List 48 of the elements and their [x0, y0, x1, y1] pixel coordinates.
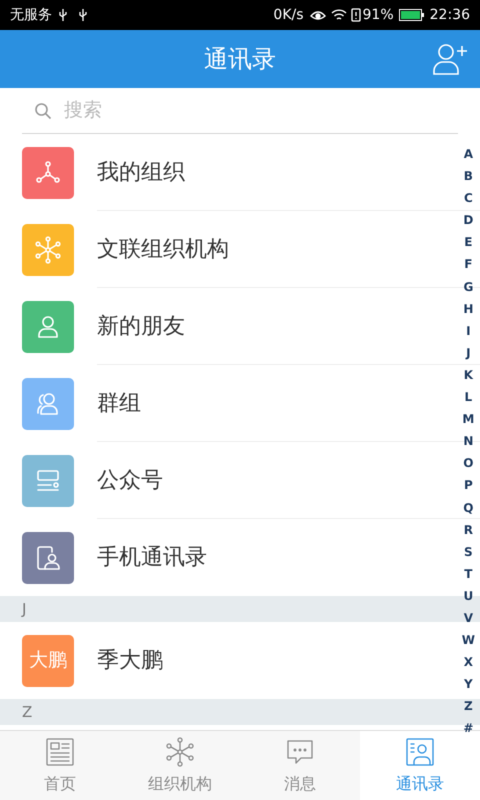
network-speed: 0K/s [273, 6, 304, 24]
search-icon [34, 102, 52, 120]
index-letter[interactable]: O [463, 452, 474, 474]
news-icon [44, 736, 76, 768]
row-label: 季大鹏 [97, 647, 163, 675]
add-contact-button[interactable] [432, 42, 468, 76]
row-label: 群组 [97, 390, 141, 418]
index-letter[interactable]: A [464, 143, 474, 166]
index-letter[interactable]: C [464, 187, 473, 210]
sim-alert-icon [350, 8, 361, 22]
network-icon [164, 736, 196, 768]
contact-card-icon [404, 736, 436, 768]
index-letter[interactable]: Y [464, 673, 473, 696]
carrier-text: 无服务 [10, 6, 52, 24]
search-field[interactable]: 搜索 [64, 96, 446, 125]
usb-icon [58, 8, 68, 22]
index-letter[interactable]: K [464, 364, 474, 386]
wifi-icon [330, 8, 347, 22]
index-letter[interactable]: P [464, 474, 473, 496]
row-label: 文联组织机构 [97, 236, 229, 264]
index-letter[interactable]: D [463, 209, 474, 232]
network-icon [33, 234, 63, 264]
row-label: 我的组织 [97, 158, 185, 186]
row-label: 手机通讯录 [97, 544, 207, 572]
index-letter[interactable]: S [464, 540, 473, 563]
usb-icon [78, 8, 88, 22]
index-letter[interactable]: F [464, 253, 472, 276]
index-letter[interactable]: I [466, 320, 471, 342]
index-letter[interactable]: J [466, 342, 471, 364]
index-letter[interactable]: E [464, 231, 472, 254]
index-letter[interactable]: L [464, 386, 472, 408]
index-letter[interactable]: R [464, 518, 473, 541]
add-person-icon [432, 42, 468, 76]
index-letter[interactable]: W [462, 629, 475, 652]
header-title: 通讯录 [204, 44, 276, 75]
row-label: 公众号 [97, 466, 163, 494]
index-letter[interactable]: Q [463, 496, 474, 519]
index-letter[interactable]: T [464, 562, 472, 585]
battery-percent: 91% [362, 6, 394, 24]
avatar: 大鹏 [22, 634, 74, 686]
index-letter[interactable]: B [464, 165, 473, 188]
index-letter[interactable]: M [462, 408, 474, 430]
index-letter[interactable]: H [463, 298, 474, 320]
index-letter[interactable]: X [464, 651, 473, 674]
eye-icon [310, 9, 326, 21]
row-label: 新的朋友 [97, 312, 185, 340]
battery-icon [398, 9, 425, 21]
clock: 22:36 [430, 6, 470, 24]
